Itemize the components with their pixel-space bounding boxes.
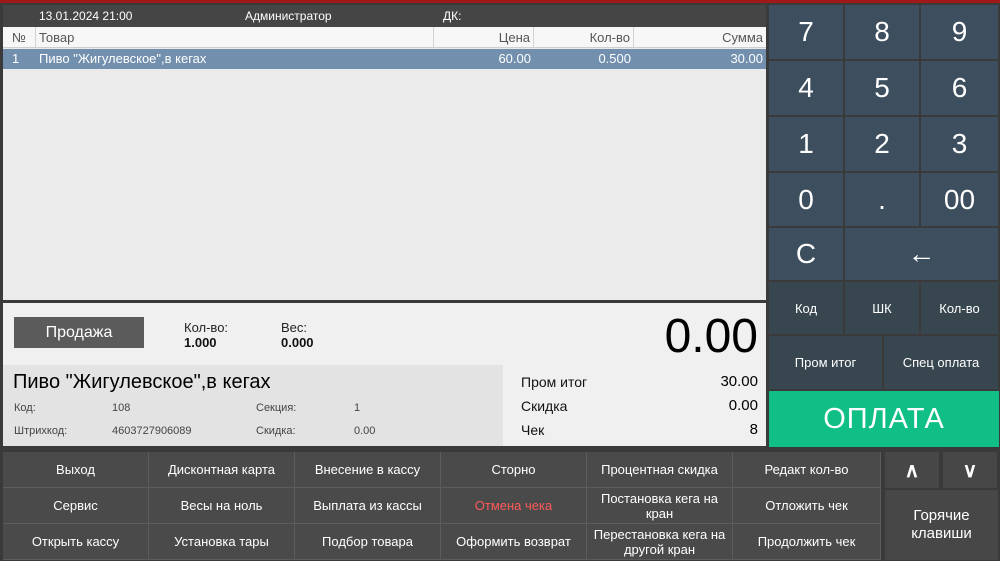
summary-discount-value: 0.00 — [728, 397, 758, 414]
user-name: Администратор — [245, 9, 332, 23]
scroll-down-icon[interactable]: ∨ — [943, 452, 997, 488]
product-lookup-button[interactable]: Подбор товара — [295, 524, 441, 560]
code-label: Код: — [14, 402, 36, 414]
row-name: Пиво "Жигулевское",в кегах — [39, 51, 207, 66]
qty-value: 1.000 — [184, 335, 217, 350]
set-tare-button[interactable]: Установка тары — [149, 524, 295, 560]
backspace-icon[interactable]: ← — [845, 228, 998, 280]
section-label: Секция: — [256, 402, 297, 414]
key-double-zero[interactable]: 00 — [921, 173, 998, 226]
code-button[interactable]: Код — [769, 282, 843, 334]
table-row[interactable]: 1 Пиво "Жигулевское",в кегах 60.00 0.500… — [3, 49, 766, 69]
exit-button[interactable]: Выход — [3, 452, 149, 488]
cash-out-button[interactable]: Выплата из кассы — [295, 488, 441, 524]
discount-value: 0.00 — [354, 425, 376, 437]
key-1[interactable]: 1 — [769, 117, 843, 171]
edit-qty-button[interactable]: Редакт кол-во — [733, 452, 881, 488]
row-qty: 0.500 — [598, 51, 631, 66]
cash-in-button[interactable]: Внесение в кассу — [295, 452, 441, 488]
weight-value: 0.000 — [281, 335, 314, 350]
key-8[interactable]: 8 — [845, 5, 919, 59]
total-display: 0.00 — [664, 310, 758, 363]
service-button[interactable]: Сервис — [3, 488, 149, 524]
barcode-value: 4603727906089 — [112, 425, 192, 437]
weight-label: Вес: — [281, 320, 308, 335]
key-4[interactable]: 4 — [769, 61, 843, 115]
column-header-no[interactable]: № — [3, 27, 36, 47]
datetime: 13.01.2024 21:00 — [39, 9, 133, 23]
row-no: 1 — [12, 51, 20, 66]
clear-button[interactable]: C — [769, 228, 843, 280]
check-label: Чек — [521, 422, 545, 438]
barcode-label: Штрихкод: — [14, 425, 68, 437]
column-header-sum[interactable]: Сумма — [634, 27, 766, 47]
open-register-button[interactable]: Открыть кассу — [3, 524, 149, 560]
move-keg-button[interactable]: Перестановка кега на другой кран — [587, 524, 733, 560]
info-panel: Продажа Кол-во: 1.000 Вес: 0.000 0.00 Пи… — [3, 303, 766, 446]
section-value: 1 — [354, 402, 361, 414]
key-9[interactable]: 9 — [921, 5, 998, 59]
summary-discount-label: Скидка — [521, 398, 568, 414]
column-header-name[interactable]: Товар — [36, 27, 434, 47]
key-7[interactable]: 7 — [769, 5, 843, 59]
column-header-qty[interactable]: Кол-во — [534, 27, 634, 47]
connect-keg-button[interactable]: Постановка кега на кран — [587, 488, 733, 524]
discount-card-button[interactable]: Дисконтная карта — [149, 452, 295, 488]
subtotal-button[interactable]: Пром итог — [769, 336, 882, 389]
row-price: 60.00 — [498, 51, 531, 66]
function-buttons-panel: Выход Дисконтная карта Внесение в кассу … — [3, 452, 881, 560]
percent-discount-button[interactable]: Процентная скидка — [587, 452, 733, 488]
pay-button[interactable]: ОПЛАТА — [769, 391, 999, 447]
postpone-check-button[interactable]: Отложить чек — [733, 488, 881, 524]
scroll-up-icon[interactable]: ∧ — [885, 452, 939, 488]
qty-label: Кол-во: — [184, 320, 229, 335]
discount-card-label: ДК: — [443, 9, 462, 23]
key-0[interactable]: 0 — [769, 173, 843, 226]
scale-zero-button[interactable]: Весы на ноль — [149, 488, 295, 524]
resume-check-button[interactable]: Продолжить чек — [733, 524, 881, 560]
subtotal-label: Пром итог — [521, 374, 588, 390]
key-3[interactable]: 3 — [921, 117, 998, 171]
qty-button[interactable]: Кол-во — [921, 282, 998, 334]
status-bar: 13.01.2024 21:00 Администратор ДК: — [3, 5, 766, 27]
code-value: 108 — [112, 402, 131, 414]
cancel-check-button[interactable]: Отмена чека — [441, 488, 587, 524]
process-return-button[interactable]: Оформить возврат — [441, 524, 587, 560]
hotkeys-button[interactable]: Горячие клавиши — [885, 490, 998, 560]
column-header-price[interactable]: Цена — [434, 27, 534, 47]
discount-label: Скидка: — [256, 425, 296, 437]
key-decimal-point[interactable]: . — [845, 173, 919, 226]
receipt-table[interactable]: № Товар Цена Кол-во Сумма 1 Пиво "Жигуле… — [3, 27, 766, 300]
barcode-button[interactable]: ШК — [845, 282, 919, 334]
table-header: № Товар Цена Кол-во Сумма — [3, 27, 766, 48]
sale-mode-button[interactable]: Продажа — [14, 317, 144, 348]
key-5[interactable]: 5 — [845, 61, 919, 115]
check-number: 8 — [749, 421, 758, 438]
product-name: Пиво "Жигулевское",в кегах — [13, 371, 271, 393]
storno-button[interactable]: Сторно — [441, 452, 587, 488]
key-2[interactable]: 2 — [845, 117, 919, 171]
row-sum: 30.00 — [730, 51, 763, 66]
window-top-border — [0, 0, 1000, 3]
key-6[interactable]: 6 — [921, 61, 998, 115]
special-payment-button[interactable]: Спец оплата — [884, 336, 998, 389]
subtotal-value: 30.00 — [720, 373, 758, 390]
